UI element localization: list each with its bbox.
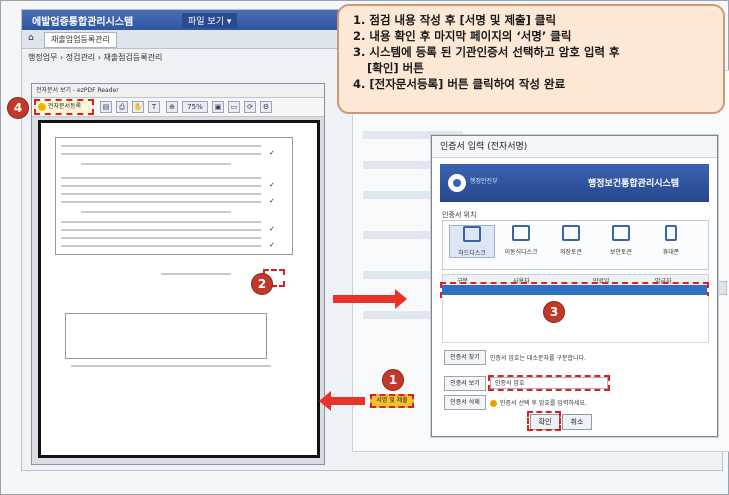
password-highlight: [488, 375, 610, 391]
step-3-cont: [확인] 버튼: [367, 61, 424, 75]
pdf-toolbar: 전자문서등록 ▤ ⎙ ✋ T ⊕ 75% ▣ ▭ ⟳ ⚙: [32, 98, 324, 117]
security-token-icon: [612, 225, 630, 241]
location-label-item: 저장토큰: [559, 249, 583, 256]
location-removable[interactable]: 이동식디스크: [499, 225, 543, 256]
location-label-item: 하드디스크: [458, 250, 486, 257]
print-icon[interactable]: ⎙: [116, 101, 128, 113]
step-marker-2: 2: [251, 273, 273, 295]
home-icon[interactable]: ⌂: [28, 33, 38, 43]
text-line: [61, 177, 261, 179]
banner-org: 행정안전부: [470, 178, 498, 185]
text-tool-icon[interactable]: T: [148, 101, 160, 113]
text-line: [61, 153, 261, 155]
text-line: [61, 193, 261, 195]
settings-icon[interactable]: ⚙: [260, 101, 272, 113]
save-icon[interactable]: ▤: [100, 101, 112, 113]
step-4: 4. [전자문서등록] 버튼 클릭하여 작성 완료: [353, 77, 566, 91]
location-harddisk[interactable]: 하드디스크: [449, 225, 495, 258]
check-mark: ✓: [269, 241, 275, 249]
certificate-dialog: 인증서 입력 (전자서명) 행정안전부 행정보건통합관리시스템 인증서 위치 하…: [431, 135, 718, 437]
cancel-button[interactable]: 취소: [562, 414, 592, 430]
step-marker-4: 4: [7, 97, 29, 119]
arrow-left: [319, 391, 365, 411]
info-icon: [490, 400, 497, 407]
location-label: 인증서 위치: [442, 211, 477, 219]
find-cert-button[interactable]: 인증서 찾기: [444, 350, 486, 365]
step-1: 1. 점검 내용 작성 후 [서명 및 제출] 클릭: [353, 13, 557, 27]
text-line: [161, 273, 231, 275]
case-note: 인증서 암호는 대소문자를 구분합니다.: [490, 355, 586, 362]
fit-width-icon[interactable]: ▭: [228, 101, 240, 113]
ok-highlight: [527, 411, 561, 431]
breadcrumb: 행정업무 › 정검관리 › 재출점검등록관리: [28, 53, 163, 62]
banner-system: 행정보건통합관리시스템: [588, 179, 680, 189]
check-mark: ✓: [269, 197, 275, 205]
text-line: [61, 201, 261, 203]
text-line: [61, 145, 261, 147]
instruction-callout: 1. 점검 내용 작성 후 [서명 및 제출] 클릭 2. 내용 확인 후 마지…: [337, 4, 725, 114]
text-line: [61, 237, 261, 239]
rotate-icon[interactable]: ⟳: [244, 101, 256, 113]
check-mark: ✓: [269, 149, 275, 157]
text-line: [71, 365, 271, 367]
location-label-item: 이동식디스크: [504, 249, 538, 256]
signature-table: [65, 313, 267, 359]
dialog-banner: 행정안전부 행정보건통합관리시스템: [440, 164, 709, 202]
delete-cert-button[interactable]: 인증서 삭제: [444, 395, 486, 410]
check-mark: ✓: [269, 225, 275, 233]
key-icon: [38, 103, 46, 111]
text-line: [61, 245, 261, 247]
gov-logo-icon: [448, 174, 466, 192]
text-line: [81, 211, 231, 213]
instruction-steps: 1. 점검 내용 작성 후 [서명 및 제출] 클릭 2. 내용 확인 후 마지…: [339, 6, 723, 92]
location-security-token[interactable]: 보안토큰: [599, 225, 643, 256]
pdf-titlebar: 전자문서 보기 - ezPDF Reader: [32, 84, 324, 98]
zoom-level[interactable]: 75%: [182, 101, 208, 113]
location-phone[interactable]: 휴대폰: [649, 225, 693, 256]
step-3: 3. 시스템에 등록 된 기관인증서 선택하고 암호 입력 후: [353, 45, 620, 59]
check-mark: ✓: [269, 181, 275, 189]
monitor-icon: [463, 226, 481, 242]
pdf-reader-window: 전자문서 보기 - ezPDF Reader 전자문서등록 ▤ ⎙ ✋ T ⊕ …: [31, 83, 325, 465]
window-badge[interactable]: 파일 보기 ▾: [182, 13, 238, 28]
tab-active[interactable]: 재출업업등록관리: [44, 32, 117, 48]
fit-page-icon[interactable]: ▣: [212, 101, 224, 113]
sign-register-label: 전자문서등록: [48, 103, 82, 110]
sign-submit-button[interactable]: 서명 및 제출: [370, 394, 414, 408]
location-options: 하드디스크 이동식디스크 저장토큰 보안토큰 휴대폰: [442, 220, 709, 270]
text-line: [61, 221, 261, 223]
step-marker-1: 1: [382, 369, 404, 391]
text-line: [61, 229, 261, 231]
usb-icon: [512, 225, 530, 241]
location-label-item: 보안토큰: [609, 249, 633, 256]
location-label-item: 휴대폰: [662, 249, 680, 256]
zoom-in-icon[interactable]: ⊕: [166, 101, 178, 113]
token-icon: [562, 225, 580, 241]
phone-icon: [665, 225, 677, 241]
app-title: 에발업증통합관리시스템: [32, 17, 134, 28]
sign-register-button[interactable]: 전자문서등록: [34, 99, 94, 115]
dialog-title: 인증서 입력 (전자서명): [432, 136, 717, 158]
select-note: 인증서 선택 후 암호를 입력하세요.: [490, 398, 587, 407]
text-line: [81, 163, 231, 165]
text-line: [61, 185, 261, 187]
screenshot-frame: 에발업증통합관리시스템 파일 보기 ▾ ⌂ 재출업업등록관리 행정업무 › 정검…: [0, 0, 729, 495]
arrow-right: [333, 289, 407, 309]
step-marker-3: 3: [543, 301, 565, 323]
cert-list: [442, 296, 709, 343]
location-storage-token[interactable]: 저장토큰: [549, 225, 593, 256]
hand-tool-icon[interactable]: ✋: [132, 101, 144, 113]
view-cert-button[interactable]: 인증서 보기: [444, 376, 486, 391]
form-row: [363, 231, 433, 239]
select-note-text: 인증서 선택 후 암호를 입력하세요.: [500, 400, 587, 407]
pdf-page: ✓ ✓ ✓ ✓ ✓: [38, 120, 320, 458]
step-2: 2. 내용 확인 후 마지막 페이지의 ‘서명’ 클릭: [353, 29, 572, 43]
